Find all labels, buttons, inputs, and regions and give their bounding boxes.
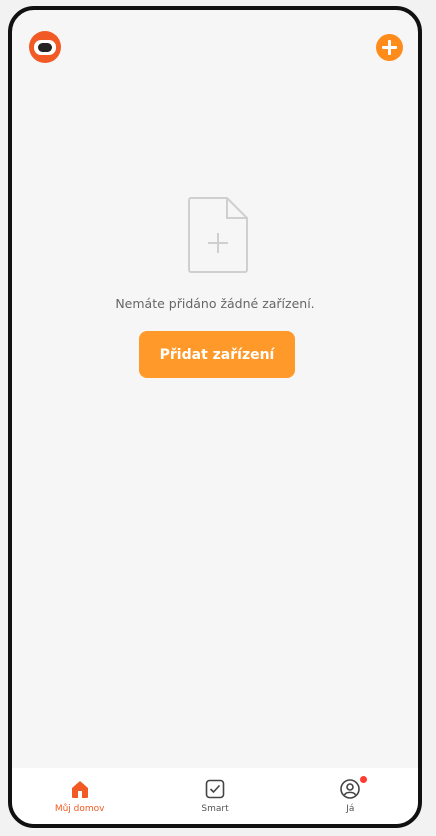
tab-home-label: Můj domov <box>54 804 105 814</box>
plus-circle-icon[interactable] <box>376 34 403 61</box>
robot-avatar-icon[interactable] <box>29 31 61 63</box>
home-icon <box>71 781 88 798</box>
checkbox-icon <box>205 779 225 799</box>
phone-frame: Nemáte přidáno žádné zařízení. Přidat za… <box>8 6 422 828</box>
tab-me-label: Já <box>346 804 355 814</box>
tab-home[interactable]: Můj domov <box>12 768 147 824</box>
tab-smart[interactable]: Smart <box>147 768 282 824</box>
document-add-icon <box>188 197 248 273</box>
tab-smart-label: Smart <box>201 804 229 814</box>
tab-me[interactable]: Já <box>283 768 418 824</box>
notification-badge <box>360 776 368 783</box>
empty-state-message: Nemáte přidáno žádné zařízení. <box>115 296 315 311</box>
bottom-tab-bar: Můj domov Smart Já <box>12 768 418 824</box>
user-icon <box>340 779 361 799</box>
add-device-button[interactable]: Přidat zařízení <box>139 331 295 378</box>
robot-face <box>34 39 56 55</box>
top-bar <box>12 10 418 80</box>
